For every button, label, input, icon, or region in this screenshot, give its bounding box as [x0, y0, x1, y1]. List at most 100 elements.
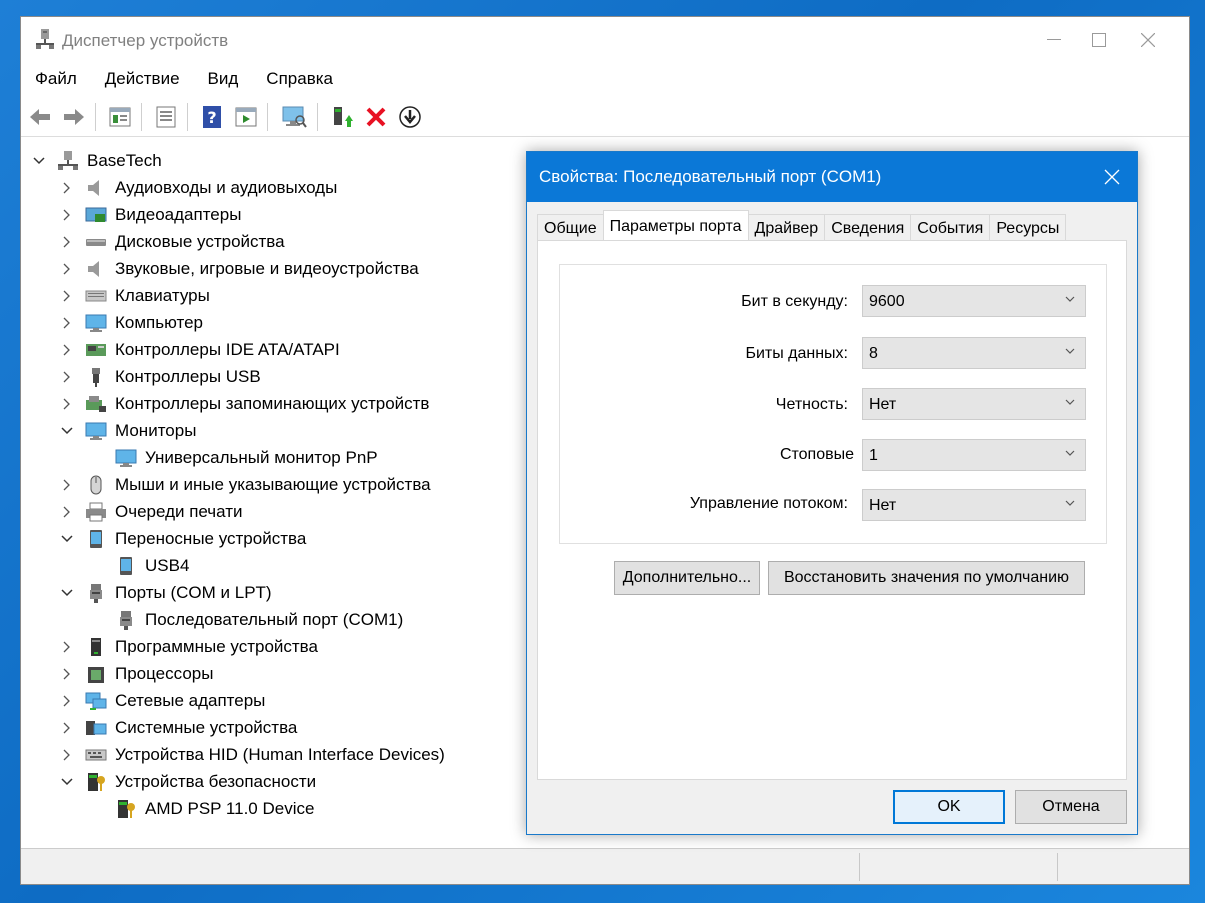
chevron-right-icon[interactable] — [59, 207, 75, 223]
dialog-close-button[interactable] — [1087, 152, 1137, 202]
chevron-right-icon[interactable] — [59, 342, 75, 358]
stop-bits-select[interactable]: 1 — [862, 439, 1086, 471]
tree-item-label: Мыши и иные указывающие устройства — [115, 474, 431, 494]
chevron-right-icon[interactable] — [59, 180, 75, 196]
chevron-right-icon[interactable] — [59, 666, 75, 682]
tree-category-item[interactable]: Очереди печати — [59, 498, 243, 525]
tree-category-item[interactable]: Сетевые адаптеры — [59, 687, 265, 714]
chevron-right-icon[interactable] — [59, 396, 75, 412]
tree-category-item[interactable]: Дисковые устройства — [59, 228, 285, 255]
chevron-right-icon[interactable] — [59, 315, 75, 331]
chevron-right-icon[interactable] — [59, 504, 75, 520]
tree-category-item[interactable]: Системные устройства — [59, 714, 297, 741]
tree-category-item[interactable]: Программные устройства — [59, 633, 318, 660]
chevron-down-icon[interactable] — [59, 585, 75, 601]
tab-driver[interactable]: Драйвер — [747, 214, 826, 241]
software-device-icon — [85, 637, 107, 657]
chevron-right-icon[interactable] — [59, 261, 75, 277]
restore-defaults-button[interactable]: Восстановить значения по умолчанию — [768, 561, 1085, 595]
tree-category-item[interactable]: Процессоры — [59, 660, 213, 687]
window-titlebar[interactable]: Диспетчер устройств — [21, 17, 1189, 63]
tree-category-item[interactable]: Аудиовходы и аудиовыходы — [59, 174, 337, 201]
minimize-button[interactable] — [1031, 17, 1077, 63]
chevron-right-icon[interactable] — [59, 288, 75, 304]
scan-hardware-icon — [282, 106, 307, 128]
tree-child-item[interactable]: Универсальный монитор PnP — [115, 444, 378, 471]
chevron-down-icon[interactable] — [31, 153, 47, 169]
tree-category-item[interactable]: Переносные устройства — [59, 525, 306, 552]
status-separator — [1057, 853, 1058, 881]
chevron-right-icon[interactable] — [59, 693, 75, 709]
properties-view-button[interactable] — [107, 104, 133, 130]
chevron-down-icon[interactable] — [59, 423, 75, 439]
chevron-right-icon[interactable] — [59, 720, 75, 736]
scan-hardware-button[interactable] — [281, 104, 307, 130]
enable-device-button[interactable] — [329, 104, 355, 130]
tree-child-item[interactable]: AMD PSP 11.0 Device — [115, 795, 314, 822]
close-button[interactable] — [1125, 17, 1171, 63]
chevron-right-icon[interactable] — [59, 369, 75, 385]
chevron-right-icon[interactable] — [59, 747, 75, 763]
back-button[interactable] — [27, 104, 53, 130]
keyboard-icon — [85, 286, 107, 306]
tree-category-item[interactable]: Звуковые, игровые и видеоустройства — [59, 255, 419, 282]
cancel-button[interactable]: Отмена — [1015, 790, 1127, 824]
uninstall-button[interactable] — [363, 104, 389, 130]
parity-select[interactable]: Нет — [862, 388, 1086, 420]
advanced-button[interactable]: Дополнительно... — [614, 561, 760, 595]
tree-item-label: Звуковые, игровые и видеоустройства — [115, 258, 419, 278]
chevron-down-icon[interactable] — [59, 531, 75, 547]
tree-category-item[interactable]: Контроллеры IDE ATA/ATAPI — [59, 336, 340, 363]
chevron-right-icon[interactable] — [59, 639, 75, 655]
help-button[interactable]: ? — [199, 104, 225, 130]
tree-category-item[interactable]: Видеоадаптеры — [59, 201, 241, 228]
flow-control-select[interactable]: Нет — [862, 489, 1086, 521]
tree-category-item[interactable]: Мониторы — [59, 417, 196, 444]
toolbar-separator — [187, 103, 188, 131]
bits-per-second-select[interactable]: 9600 — [862, 285, 1086, 317]
tree-child-item[interactable]: Последовательный порт (COM1) — [115, 606, 403, 633]
status-separator — [859, 853, 860, 881]
tree-category-item[interactable]: Устройства безопасности — [59, 768, 316, 795]
tab-general[interactable]: Общие — [537, 214, 604, 241]
tree-item-label: Сетевые адаптеры — [115, 690, 266, 710]
chevron-right-icon[interactable] — [59, 477, 75, 493]
speaker-icon — [85, 259, 107, 279]
tab-details[interactable]: Сведения — [824, 214, 912, 241]
chevron-right-icon[interactable] — [59, 234, 75, 250]
tree-category-item[interactable]: Контроллеры USB — [59, 363, 261, 390]
tab-events[interactable]: События — [910, 214, 991, 241]
tree-category-item[interactable]: Компьютер — [59, 309, 203, 336]
run-button[interactable] — [233, 104, 259, 130]
tree-category-item[interactable]: Устройства HID (Human Interface Devices) — [59, 741, 445, 768]
ok-button[interactable]: OK — [893, 790, 1005, 824]
menu-help[interactable]: Справка — [252, 69, 347, 89]
tree-child-item[interactable]: USB4 — [115, 552, 189, 579]
dialog-titlebar[interactable]: Свойства: Последовательный порт (COM1) — [527, 152, 1137, 202]
uninstall-icon — [366, 107, 386, 127]
enable-device-icon — [334, 107, 353, 127]
tree-item-label: Контроллеры USB — [115, 366, 261, 386]
tab-port-settings[interactable]: Параметры порта — [602, 210, 749, 240]
tree-category-item[interactable]: Контроллеры запоминающих устройств — [59, 390, 429, 417]
menu-action[interactable]: Действие — [91, 69, 194, 89]
bits-per-second-value: 9600 — [869, 293, 905, 310]
menu-file[interactable]: Файл — [21, 69, 91, 89]
data-bits-select[interactable]: 8 — [862, 337, 1086, 369]
maximize-button[interactable] — [1076, 17, 1122, 63]
tree-root[interactable]: BaseTech — [31, 147, 162, 174]
tree-category-item[interactable]: Порты (COM и LPT) — [59, 579, 272, 606]
tree-item-label: Процессоры — [115, 663, 214, 683]
chevron-down-icon[interactable] — [59, 774, 75, 790]
device-list-icon — [156, 106, 176, 128]
menu-view[interactable]: Вид — [194, 69, 253, 89]
device-list-button[interactable] — [153, 104, 179, 130]
tab-resources[interactable]: Ресурсы — [989, 214, 1067, 241]
forward-button[interactable] — [61, 104, 87, 130]
minimize-icon — [1047, 39, 1061, 40]
update-driver-button[interactable] — [397, 104, 423, 130]
tree-item-label: Системные устройства — [115, 717, 298, 737]
tree-category-item[interactable]: Мыши и иные указывающие устройства — [59, 471, 431, 498]
disk-icon — [85, 232, 107, 252]
tree-category-item[interactable]: Клавиатуры — [59, 282, 210, 309]
